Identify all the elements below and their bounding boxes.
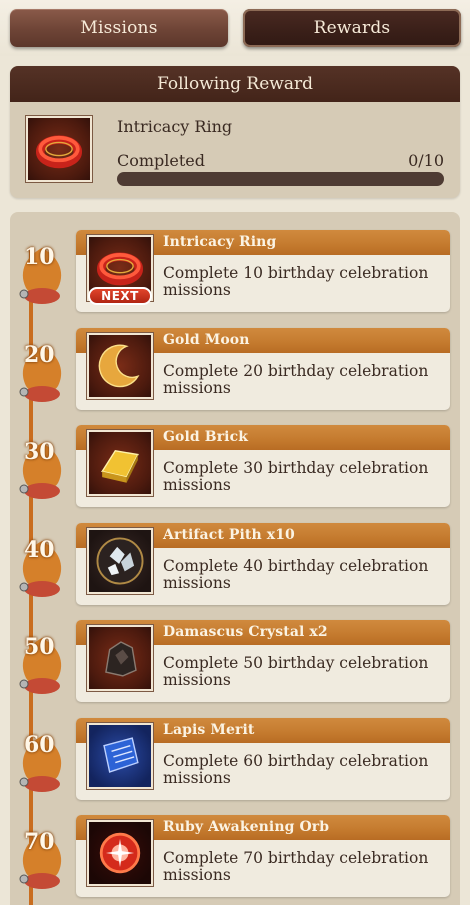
reward-item-icon[interactable] bbox=[86, 819, 154, 887]
orb-icon bbox=[86, 819, 154, 887]
tab-missions[interactable]: Missions bbox=[10, 9, 228, 47]
milestone-number: 50 bbox=[24, 634, 55, 660]
tab-bar: Missions Rewards bbox=[0, 0, 470, 56]
milestone-marker: 40 bbox=[14, 537, 70, 607]
reward-description: Complete 50 birthday celebration mission… bbox=[163, 654, 429, 689]
progress-bar bbox=[117, 172, 444, 186]
ore-icon bbox=[86, 624, 154, 692]
crystal-icon bbox=[86, 527, 154, 595]
reward-row[interactable]: Damascus Crystal x2 Complete 50 birthday… bbox=[76, 620, 450, 702]
milestone-number: 40 bbox=[24, 537, 55, 563]
completed-count: 0/10 bbox=[408, 151, 444, 170]
reward-name: Ruby Awakening Orb bbox=[163, 819, 330, 835]
reward-name: Gold Brick bbox=[163, 429, 249, 445]
reward-description: Complete 60 birthday celebration mission… bbox=[163, 752, 429, 787]
milestone-marker: 70 bbox=[14, 829, 70, 899]
scroll-icon bbox=[86, 722, 154, 790]
reward-name: Damascus Crystal x2 bbox=[163, 624, 328, 640]
next-badge: NEXT bbox=[88, 287, 152, 305]
following-reward-item[interactable] bbox=[25, 115, 93, 183]
reward-item-icon[interactable] bbox=[86, 722, 154, 790]
tab-rewards[interactable]: Rewards bbox=[243, 9, 461, 47]
reward-item-icon[interactable] bbox=[86, 527, 154, 595]
milestone-number: 30 bbox=[24, 439, 55, 465]
milestone-marker: 10 bbox=[14, 244, 70, 314]
reward-name: Gold Moon bbox=[163, 332, 250, 348]
reward-row[interactable]: NEXT Intricacy Ring Complete 10 birthday… bbox=[76, 230, 450, 312]
ring-icon bbox=[25, 115, 93, 183]
reward-description: Complete 10 birthday celebration mission… bbox=[163, 264, 429, 299]
completed-label: Completed bbox=[117, 151, 206, 170]
reward-description: Complete 20 birthday celebration mission… bbox=[163, 362, 429, 397]
milestone-marker: 30 bbox=[14, 439, 70, 509]
reward-row[interactable]: Artifact Pith x10 Complete 40 birthday c… bbox=[76, 523, 450, 605]
reward-item-icon[interactable] bbox=[86, 332, 154, 400]
milestone-number: 20 bbox=[24, 342, 55, 368]
reward-item-icon[interactable] bbox=[86, 624, 154, 692]
milestone-marker: 20 bbox=[14, 342, 70, 412]
milestone-marker: 50 bbox=[14, 634, 70, 704]
moon-icon bbox=[86, 332, 154, 400]
milestone-number: 70 bbox=[24, 829, 55, 855]
gold-brick-icon bbox=[86, 429, 154, 497]
reward-name: Intricacy Ring bbox=[163, 234, 277, 250]
reward-description: Complete 30 birthday celebration mission… bbox=[163, 459, 429, 494]
milestone-number: 60 bbox=[24, 732, 55, 758]
following-reward-panel: Following Reward Intricacy Ring Complete… bbox=[10, 66, 460, 198]
reward-description: Complete 70 birthday celebration mission… bbox=[163, 849, 429, 884]
following-reward-name: Intricacy Ring bbox=[117, 117, 233, 136]
milestone-marker: 60 bbox=[14, 732, 70, 802]
reward-item-icon[interactable] bbox=[86, 429, 154, 497]
reward-name: Artifact Pith x10 bbox=[163, 527, 295, 543]
reward-row[interactable]: Lapis Merit Complete 60 birthday celebra… bbox=[76, 718, 450, 800]
reward-description: Complete 40 birthday celebration mission… bbox=[163, 557, 429, 592]
reward-row[interactable]: Gold Moon Complete 20 birthday celebrati… bbox=[76, 328, 450, 410]
following-reward-header: Following Reward bbox=[10, 66, 460, 102]
reward-name: Lapis Merit bbox=[163, 722, 255, 738]
reward-row[interactable]: Gold Brick Complete 30 birthday celebrat… bbox=[76, 425, 450, 507]
milestone-number: 10 bbox=[24, 244, 55, 270]
reward-row[interactable]: Ruby Awakening Orb Complete 70 birthday … bbox=[76, 815, 450, 897]
